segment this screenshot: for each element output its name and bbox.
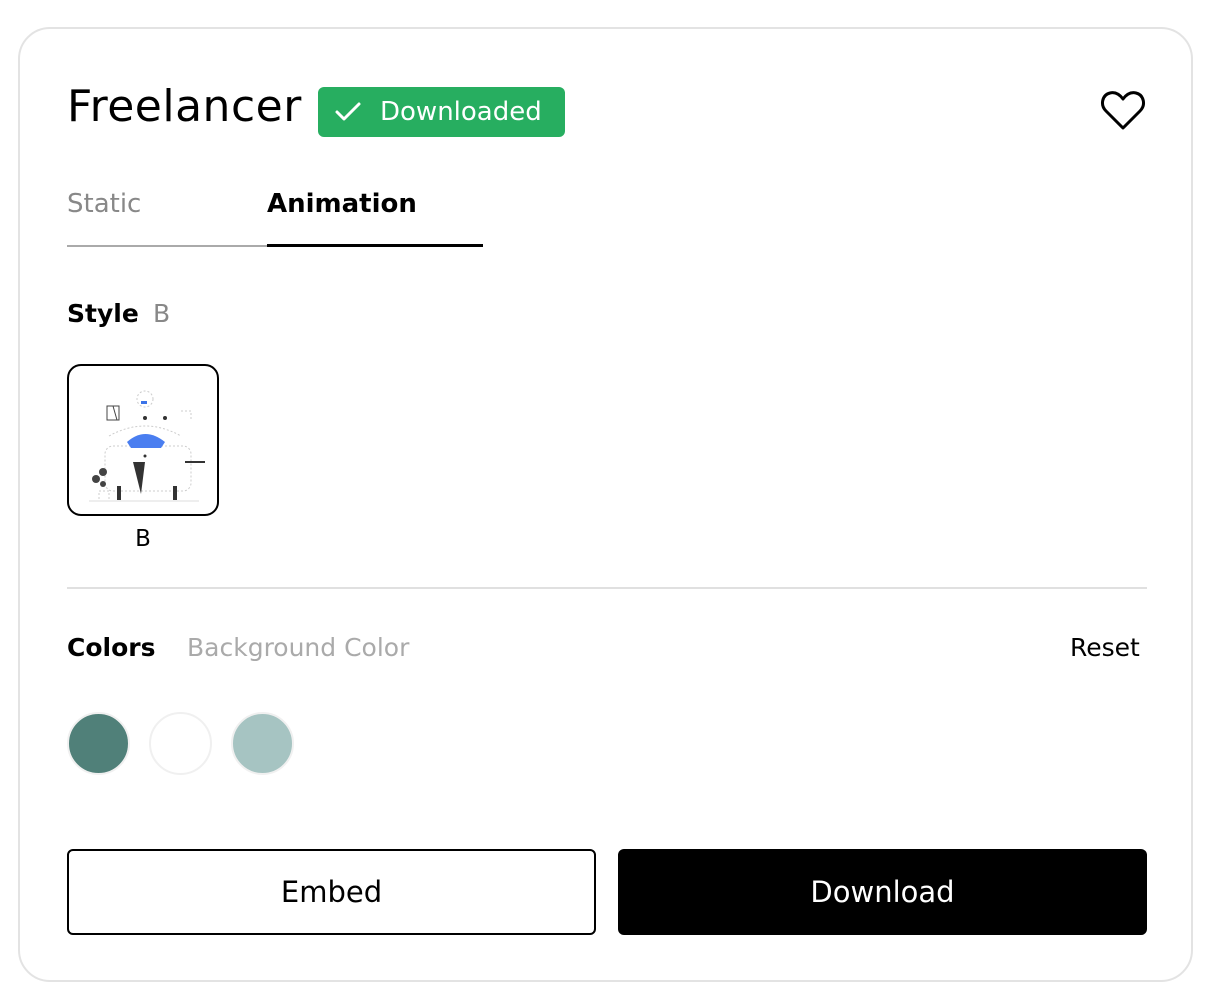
colors-label: Colors <box>67 633 156 662</box>
freelancer-illustration <box>89 390 205 502</box>
reset-button[interactable]: Reset <box>1070 633 1140 662</box>
colors-sublabel: Background Color <box>187 633 410 662</box>
page-title: Freelancer <box>67 81 302 132</box>
style-option-label: B <box>135 526 151 552</box>
section-divider <box>67 587 1147 589</box>
illustration-detail-card: Freelancer Downloaded Static Animation S… <box>18 27 1193 982</box>
style-label: Style <box>67 299 139 328</box>
style-option-b[interactable] <box>67 364 219 516</box>
downloaded-badge: Downloaded <box>318 87 565 137</box>
color-swatch[interactable] <box>231 712 294 775</box>
color-swatch[interactable] <box>67 712 130 775</box>
color-swatch[interactable] <box>149 712 212 775</box>
style-selected-value: B <box>153 299 171 328</box>
heart-icon[interactable] <box>1100 89 1146 131</box>
check-icon <box>335 102 361 121</box>
tab-bar: Static Animation <box>67 189 483 249</box>
tab-static[interactable]: Static <box>67 189 267 247</box>
download-button[interactable]: Download <box>618 849 1147 935</box>
badge-label: Downloaded <box>380 97 542 127</box>
tab-animation[interactable]: Animation <box>267 189 483 247</box>
embed-button[interactable]: Embed <box>67 849 596 935</box>
